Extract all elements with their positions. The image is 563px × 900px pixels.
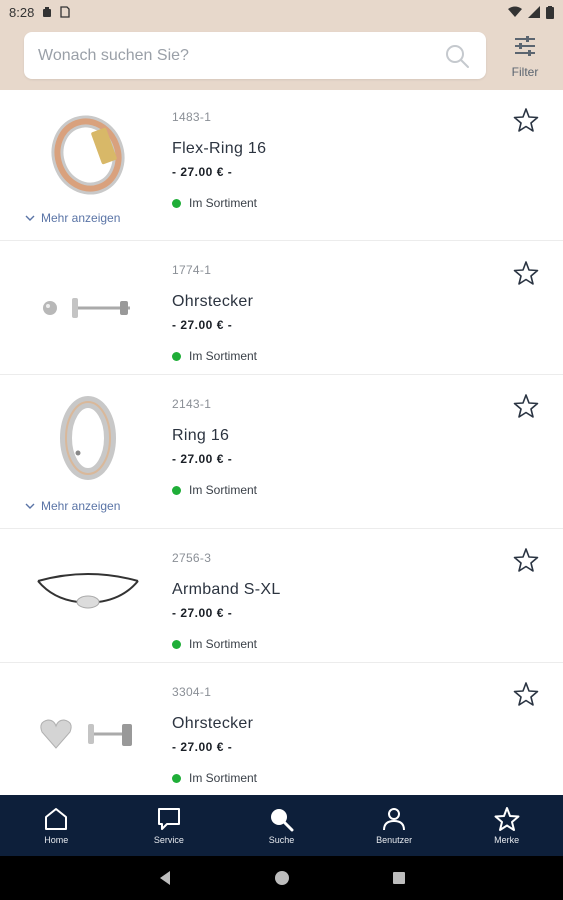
- filter-icon: [515, 36, 535, 56]
- favorite-star-icon[interactable]: [513, 547, 539, 573]
- availability-status: Im Sortiment: [172, 637, 281, 651]
- home-circle-icon[interactable]: [274, 870, 290, 886]
- product-info: 3304-1 Ohrstecker - 27.00 € - Im Sortime…: [172, 685, 257, 785]
- search-box[interactable]: [24, 32, 486, 79]
- product-info: 2756-3 Armband S-XL - 27.00 € - Im Sorti…: [172, 551, 281, 651]
- nav-home[interactable]: Home: [0, 795, 113, 856]
- favorite-star-icon[interactable]: [513, 260, 539, 286]
- chat-icon: [157, 808, 180, 830]
- product-list: 1483-1 Flex-Ring 16 - 27.00 € - Im Sorti…: [0, 90, 563, 795]
- product-name: Ohrstecker: [172, 715, 254, 732]
- favorite-star-icon[interactable]: [513, 681, 539, 707]
- home-icon: [45, 808, 68, 830]
- product-sku: 1774-1: [172, 263, 212, 277]
- availability-dot-icon: [172, 485, 181, 495]
- product-image: [30, 265, 146, 351]
- product-price: - 27.00 € -: [172, 165, 233, 179]
- earstud-heart-image: [40, 719, 132, 749]
- chevron-down-icon: [25, 503, 35, 509]
- nav-favorites[interactable]: Merke: [450, 795, 563, 856]
- availability-label: Im Sortiment: [189, 349, 258, 363]
- product-image: [30, 112, 146, 198]
- nav-label: Service: [153, 835, 184, 845]
- search-icon: [271, 809, 294, 832]
- product-item[interactable]: 1483-1 Flex-Ring 16 - 27.00 € - Im Sorti…: [0, 90, 563, 241]
- favorite-star-icon[interactable]: [513, 393, 539, 419]
- availability-dot-icon: [172, 773, 181, 783]
- availability-label: Im Sortiment: [189, 771, 258, 785]
- product-sku: 3304-1: [172, 685, 212, 699]
- favorite-star-icon[interactable]: [513, 107, 539, 133]
- earstud-ball-image: [43, 298, 130, 318]
- nav-search[interactable]: Suche: [225, 795, 338, 856]
- signal-icon: [528, 6, 540, 18]
- product-name: Flex-Ring 16: [172, 140, 267, 157]
- nav-service[interactable]: Service: [113, 795, 226, 856]
- nav-label: Home: [44, 835, 69, 845]
- search-header: Filter: [0, 24, 563, 90]
- product-sku: 1483-1: [172, 110, 212, 124]
- filter-label: Filter: [511, 65, 539, 79]
- product-name: Armband S-XL: [172, 581, 281, 598]
- nav-user[interactable]: Benutzer: [338, 795, 451, 856]
- wifi-icon: [508, 6, 522, 17]
- search-input[interactable]: [38, 32, 438, 79]
- availability-status: Im Sortiment: [172, 349, 257, 363]
- product-image: [30, 551, 146, 637]
- ring-silver-image: [60, 396, 116, 480]
- show-more-label: Mehr anzeigen: [41, 211, 121, 225]
- sim-icon: [60, 6, 70, 18]
- product-item[interactable]: 2143-1 Ring 16 - 27.00 € - Im Sortiment …: [0, 375, 563, 529]
- star-icon: [494, 807, 520, 831]
- availability-dot-icon: [172, 351, 181, 361]
- product-image: [30, 395, 146, 481]
- product-item[interactable]: 3304-1 Ohrstecker - 27.00 € - Im Sortime…: [0, 663, 563, 795]
- availability-status: Im Sortiment: [172, 196, 266, 210]
- product-image: [30, 691, 146, 777]
- availability-label: Im Sortiment: [189, 483, 258, 497]
- show-more-link[interactable]: Mehr anzeigen: [25, 211, 120, 225]
- show-more-link[interactable]: Mehr anzeigen: [25, 499, 120, 513]
- notification-icon: [43, 6, 52, 17]
- chevron-down-icon: [25, 215, 35, 221]
- product-name: Ring 16: [172, 427, 230, 444]
- product-info: 1483-1 Flex-Ring 16 - 27.00 € - Im Sorti…: [172, 110, 266, 210]
- status-bar: 8:28: [0, 0, 563, 24]
- product-item[interactable]: 1774-1 Ohrstecker - 27.00 € - Im Sortime…: [0, 241, 563, 375]
- nav-label: Benutzer: [376, 835, 413, 845]
- availability-dot-icon: [172, 198, 181, 208]
- ring-flex-image: [51, 115, 125, 195]
- product-info: 1774-1 Ohrstecker - 27.00 € - Im Sortime…: [172, 263, 257, 363]
- product-price: - 27.00 € -: [172, 740, 233, 754]
- availability-label: Im Sortiment: [189, 196, 258, 210]
- bottom-nav: Home Service Suche Benutzer Merke: [0, 795, 563, 856]
- product-sku: 2756-3: [172, 551, 212, 565]
- product-name: Ohrstecker: [172, 293, 254, 310]
- nav-label: Suche: [268, 835, 295, 845]
- product-price: - 27.00 € -: [172, 606, 233, 620]
- battery-icon: [546, 5, 554, 19]
- product-price: - 27.00 € -: [172, 318, 233, 332]
- filter-button[interactable]: Filter: [506, 36, 544, 79]
- product-sku: 2143-1: [172, 397, 212, 411]
- availability-status: Im Sortiment: [172, 483, 257, 497]
- bracelet-image: [37, 573, 139, 609]
- recents-icon[interactable]: [392, 871, 406, 885]
- system-nav-bar: [0, 856, 563, 900]
- nav-label: Merke: [494, 835, 520, 845]
- product-price: - 27.00 € -: [172, 452, 233, 466]
- status-time: 8:28: [9, 4, 35, 20]
- back-icon[interactable]: [158, 870, 172, 886]
- availability-dot-icon: [172, 639, 181, 649]
- product-info: 2143-1 Ring 16 - 27.00 € - Im Sortiment: [172, 397, 257, 497]
- user-icon: [383, 808, 406, 831]
- product-item[interactable]: 2756-3 Armband S-XL - 27.00 € - Im Sorti…: [0, 529, 563, 663]
- availability-label: Im Sortiment: [189, 637, 258, 651]
- show-more-label: Mehr anzeigen: [41, 499, 121, 513]
- availability-status: Im Sortiment: [172, 771, 257, 785]
- search-icon[interactable]: [444, 43, 470, 69]
